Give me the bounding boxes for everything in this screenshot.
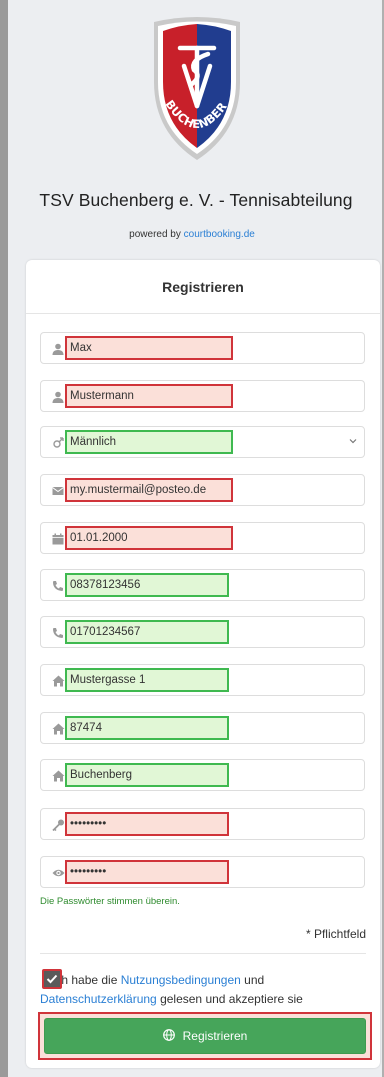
window-left-edge — [0, 0, 8, 1077]
street-field[interactable]: Mustergasse 1 — [40, 664, 365, 696]
email-input[interactable]: my.mustermail@posteo.de — [65, 478, 233, 502]
privacy-link[interactable]: Datenschutzerklärung — [40, 992, 157, 1006]
required-note: * Pflichtfeld — [305, 927, 366, 941]
club-name: TSV Buchenberg e. V. - Tennisabteilung — [39, 190, 353, 210]
courtbooking-link[interactable]: courtbooking.de — [184, 229, 255, 240]
mobile-field[interactable]: 01701234567 — [40, 616, 365, 648]
home-icon — [50, 673, 66, 689]
key-icon — [50, 817, 66, 833]
mobile-input[interactable]: 01701234567 — [65, 620, 229, 644]
home-icon — [50, 721, 66, 737]
eye-icon[interactable] — [50, 865, 66, 881]
club-logo: BUCHENBERG — [137, 3, 252, 164]
divider — [40, 953, 366, 954]
terms-part1: Ich habe die — [52, 973, 121, 987]
powered-by: powered by courtbooking.de — [0, 229, 384, 240]
city-field[interactable]: Buchenberg — [40, 759, 365, 791]
zip-field[interactable]: 87474 — [40, 712, 365, 744]
user-icon — [50, 389, 66, 405]
email-field[interactable]: my.mustermail@posteo.de — [40, 474, 365, 506]
powered-by-prefix: powered by — [129, 229, 181, 240]
password-confirm-input[interactable]: ••••••••• — [65, 860, 229, 884]
phone-icon — [50, 625, 66, 641]
street-input[interactable]: Mustergasse 1 — [65, 668, 229, 692]
home-icon — [50, 768, 66, 784]
chevron-down-icon[interactable] — [348, 436, 358, 449]
user-icon — [50, 341, 66, 357]
password-input[interactable]: ••••••••• — [65, 812, 229, 836]
terms-checkbox[interactable] — [42, 969, 62, 989]
city-input[interactable]: Buchenberg — [65, 763, 229, 787]
terms-part2: und — [240, 973, 265, 987]
phone-icon — [50, 578, 66, 594]
globe-icon — [162, 1028, 175, 1044]
phone-input[interactable]: 08378123456 — [65, 573, 229, 597]
birthdate-input[interactable]: 01.01.2000 — [65, 526, 233, 550]
gender-select[interactable]: Männlich — [40, 426, 365, 458]
password-match-message: Die Passwörter stimmen überein. — [40, 896, 180, 907]
birthdate-field[interactable]: 01.01.2000 — [40, 522, 365, 554]
terms-part3: gelesen und akzeptiere sie — [156, 992, 303, 1006]
submit-button-highlight: Registrieren — [38, 1012, 372, 1060]
zip-input[interactable]: 87474 — [65, 716, 229, 740]
envelope-icon — [50, 483, 66, 499]
register-button[interactable]: Registrieren — [44, 1018, 366, 1054]
password-field[interactable]: ••••••••• — [40, 808, 365, 840]
last-name-field[interactable]: Mustermann — [40, 380, 365, 412]
phone-field[interactable]: 08378123456 — [40, 569, 365, 601]
form-title: Registrieren — [26, 260, 380, 314]
terms-text: Ich habe die Nutzungsbedingungen und Dat… — [40, 971, 360, 1009]
first-name-input[interactable]: Max — [65, 336, 233, 360]
gender-icon — [50, 435, 66, 451]
first-name-field[interactable]: Max — [40, 332, 365, 364]
password-confirm-field[interactable]: ••••••••• — [40, 856, 365, 888]
register-button-label: Registrieren — [182, 1029, 248, 1043]
gender-value[interactable]: Männlich — [65, 430, 233, 454]
registration-card: Registrieren Max Mustermann Männlich my.… — [26, 260, 380, 1068]
terms-of-use-link[interactable]: Nutzungsbedingungen — [121, 973, 241, 987]
calendar-icon — [50, 531, 66, 547]
last-name-input[interactable]: Mustermann — [65, 384, 233, 408]
check-icon — [46, 974, 58, 984]
